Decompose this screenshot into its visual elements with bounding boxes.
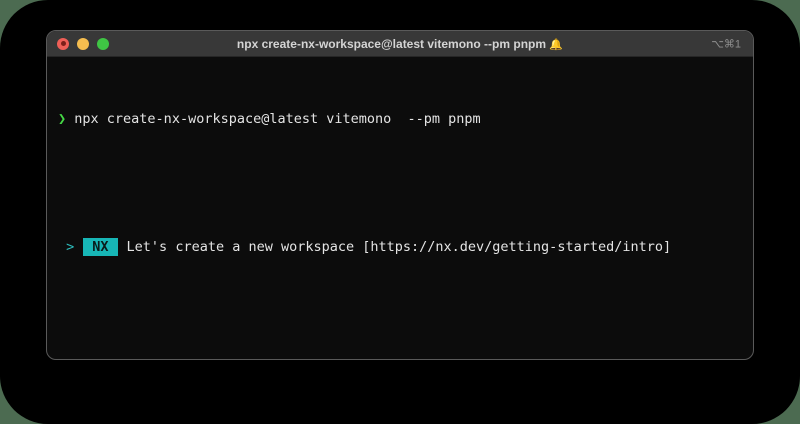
- banner-message: Let's create a new workspace [https://nx…: [127, 239, 672, 255]
- close-button[interactable]: [57, 38, 69, 50]
- prompt-command: npx create-nx-workspace@latest vitemono …: [74, 111, 480, 127]
- terminal-window: npx create-nx-workspace@latest vitemono …: [46, 30, 754, 360]
- minimize-button[interactable]: [77, 38, 89, 50]
- nx-banner-line: > NX Let's create a new workspace [https:/…: [58, 239, 742, 256]
- blank-line: [58, 304, 742, 321]
- zoom-button[interactable]: [97, 38, 109, 50]
- nx-logo-badge: NX: [83, 238, 117, 256]
- bell-icon: 🔔: [549, 39, 563, 51]
- window-controls: [57, 38, 109, 50]
- banner-arrow: >: [66, 239, 74, 255]
- blank-line: [58, 176, 742, 191]
- window-title-text: npx create-nx-workspace@latest vitemono …: [237, 37, 546, 51]
- tab-shortcut-label: ⌥⌘1: [711, 37, 741, 50]
- window-title: npx create-nx-workspace@latest vitemono …: [237, 37, 563, 51]
- terminal-content[interactable]: ❯ npx create-nx-workspace@latest vitemon…: [47, 57, 753, 360]
- terminal-titlebar: npx create-nx-workspace@latest vitemono …: [47, 31, 753, 57]
- prompt-symbol: ❯: [58, 111, 66, 127]
- prompt-line: ❯ npx create-nx-workspace@latest vitemon…: [58, 111, 742, 128]
